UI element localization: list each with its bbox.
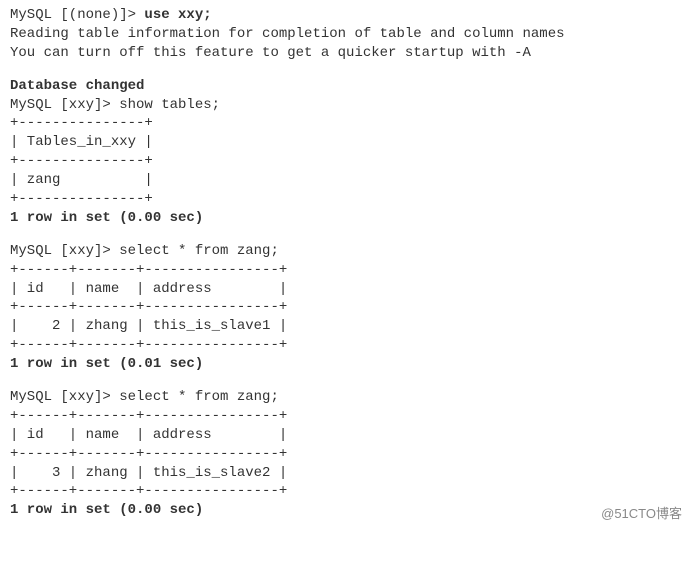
select2-result: 1 row in set (0.00 sec) (10, 501, 682, 520)
table-row: | 3 | zhang | this_is_slave2 | (10, 464, 682, 483)
prompt-select-1: MySQL [xxy]> select * from zang; (10, 242, 682, 261)
select1-result: 1 row in set (0.01 sec) (10, 355, 682, 374)
tables-result: 1 row in set (0.00 sec) (10, 209, 682, 228)
tables-border-mid: +---------------+ (10, 152, 682, 171)
table-row: | zang | (10, 171, 682, 190)
select1-header: | id | name | address | (10, 280, 682, 299)
info-line-1: Reading table information for completion… (10, 25, 682, 44)
prompt-select-2: MySQL [xxy]> select * from zang; (10, 388, 682, 407)
prompt-use-db: MySQL [(none)]> use xxy; (10, 6, 682, 25)
blank-line (10, 228, 682, 242)
select2-border-top: +------+-------+----------------+ (10, 407, 682, 426)
database-changed: Database changed (10, 77, 682, 96)
info-line-2: You can turn off this feature to get a q… (10, 44, 682, 63)
blank-line (10, 63, 682, 77)
select2-border-mid: +------+-------+----------------+ (10, 445, 682, 464)
tables-header: | Tables_in_xxy | (10, 133, 682, 152)
select1-border-top: +------+-------+----------------+ (10, 261, 682, 280)
prompt-none: MySQL [(none)]> (10, 7, 144, 23)
prompt-xxy: MySQL [xxy]> (10, 97, 119, 113)
select1-border-bottom: +------+-------+----------------+ (10, 336, 682, 355)
select2-border-bottom: +------+-------+----------------+ (10, 482, 682, 501)
blank-line (10, 374, 682, 388)
cmd-show-tables: show tables; (119, 97, 220, 113)
tables-border-top: +---------------+ (10, 114, 682, 133)
table-row: | 2 | zhang | this_is_slave1 | (10, 317, 682, 336)
cmd-select: select * from zang; (119, 389, 279, 405)
select1-border-mid: +------+-------+----------------+ (10, 298, 682, 317)
watermark: @51CTO博客 (601, 505, 682, 523)
select2-header: | id | name | address | (10, 426, 682, 445)
prompt-xxy: MySQL [xxy]> (10, 243, 119, 259)
cmd-select: select * from zang; (119, 243, 279, 259)
tables-border-bottom: +---------------+ (10, 190, 682, 209)
prompt-show-tables: MySQL [xxy]> show tables; (10, 96, 682, 115)
prompt-xxy: MySQL [xxy]> (10, 389, 119, 405)
cmd-use: use xxy; (144, 7, 211, 23)
